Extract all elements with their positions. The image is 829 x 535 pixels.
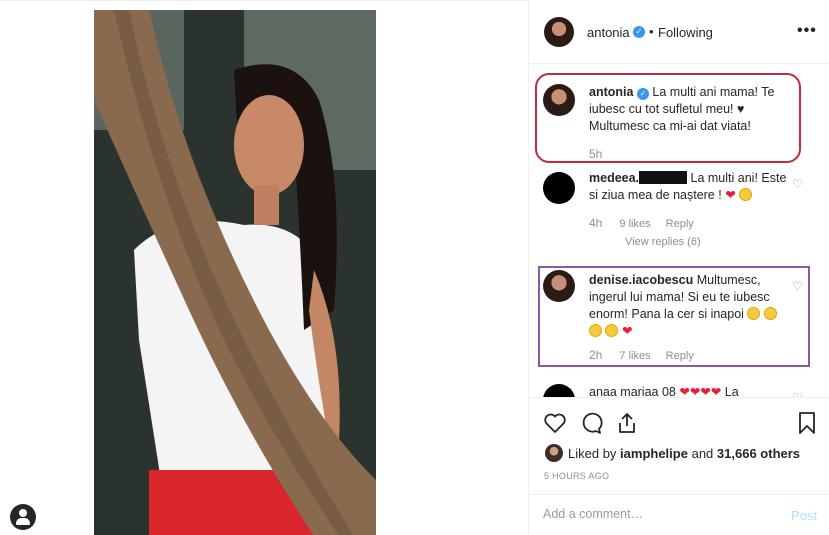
comments-list[interactable]: antonia ✓ La multi ani mama! Te iubesc c… xyxy=(529,64,829,397)
comment-body: La xyxy=(724,385,739,397)
user-profile-icon[interactable] xyxy=(10,504,36,530)
comment-time[interactable]: 4h xyxy=(589,216,602,230)
post-actions: Liked by iamphelipe and 31,666 others 5 … xyxy=(529,397,829,497)
like-heart-icon[interactable] xyxy=(543,411,567,435)
highlight-outline-purple xyxy=(538,266,810,367)
commenter-avatar[interactable] xyxy=(543,384,575,397)
header-separator: • xyxy=(649,24,654,39)
liker-avatar[interactable] xyxy=(545,444,563,462)
redaction-block xyxy=(639,171,688,184)
post-media-area xyxy=(0,0,528,535)
commenter-username[interactable]: medeea. xyxy=(589,171,639,185)
author-avatar[interactable] xyxy=(544,17,574,47)
following-button[interactable]: Following xyxy=(658,25,713,40)
likes-summary: Liked by iamphelipe and 31,666 others xyxy=(545,444,800,462)
post-photo-illustration xyxy=(94,10,376,535)
add-comment-input[interactable] xyxy=(543,507,763,521)
red-heart-emoji-icon: ❤❤❤❤ xyxy=(679,385,722,397)
likes-count[interactable]: 31,666 others xyxy=(717,446,800,461)
like-comment-heart-icon[interactable]: ♡ xyxy=(792,178,804,190)
liked-by-and: and xyxy=(691,446,714,461)
commenter-avatar[interactable] xyxy=(543,172,575,204)
reply-button[interactable]: Reply xyxy=(666,218,694,230)
liker-username[interactable]: iamphelipe xyxy=(620,446,688,461)
more-options-icon[interactable]: ••• xyxy=(797,22,817,40)
add-comment-bar: Post xyxy=(529,494,829,535)
bookmark-icon[interactable] xyxy=(795,411,819,435)
comment-bubble-icon[interactable] xyxy=(579,411,603,435)
author-username[interactable]: antonia xyxy=(587,25,630,40)
red-heart-emoji-icon: ❤ xyxy=(725,188,736,202)
commenter-username[interactable]: anaa mariaa 08 xyxy=(589,385,676,397)
post-photo[interactable] xyxy=(94,10,376,535)
view-replies-button[interactable]: View replies (6) xyxy=(625,236,701,248)
verified-badge-icon: ✓ xyxy=(633,26,645,38)
post-comment-button[interactable]: Post xyxy=(791,508,817,523)
post-timestamp[interactable]: 5 HOURS AGO xyxy=(544,471,609,481)
comment-text: anaa mariaa 08 ❤❤❤❤ La xyxy=(589,384,809,397)
comment-meta: 4h 9 likes Reply xyxy=(589,216,706,230)
post-side-panel: antonia ✓ • Following ••• antonia ✓ La m… xyxy=(528,0,829,535)
share-icon[interactable] xyxy=(615,411,639,435)
liked-by-prefix: Liked by xyxy=(568,446,617,461)
highlight-outline-red xyxy=(535,73,801,163)
comment-text: medeea. La multi ani! Este si ziua mea d… xyxy=(589,170,789,204)
comment-likes[interactable]: 9 likes xyxy=(619,218,650,230)
post-header: antonia ✓ • Following ••• xyxy=(529,0,829,64)
smiling-face-emoji-icon xyxy=(739,188,753,201)
